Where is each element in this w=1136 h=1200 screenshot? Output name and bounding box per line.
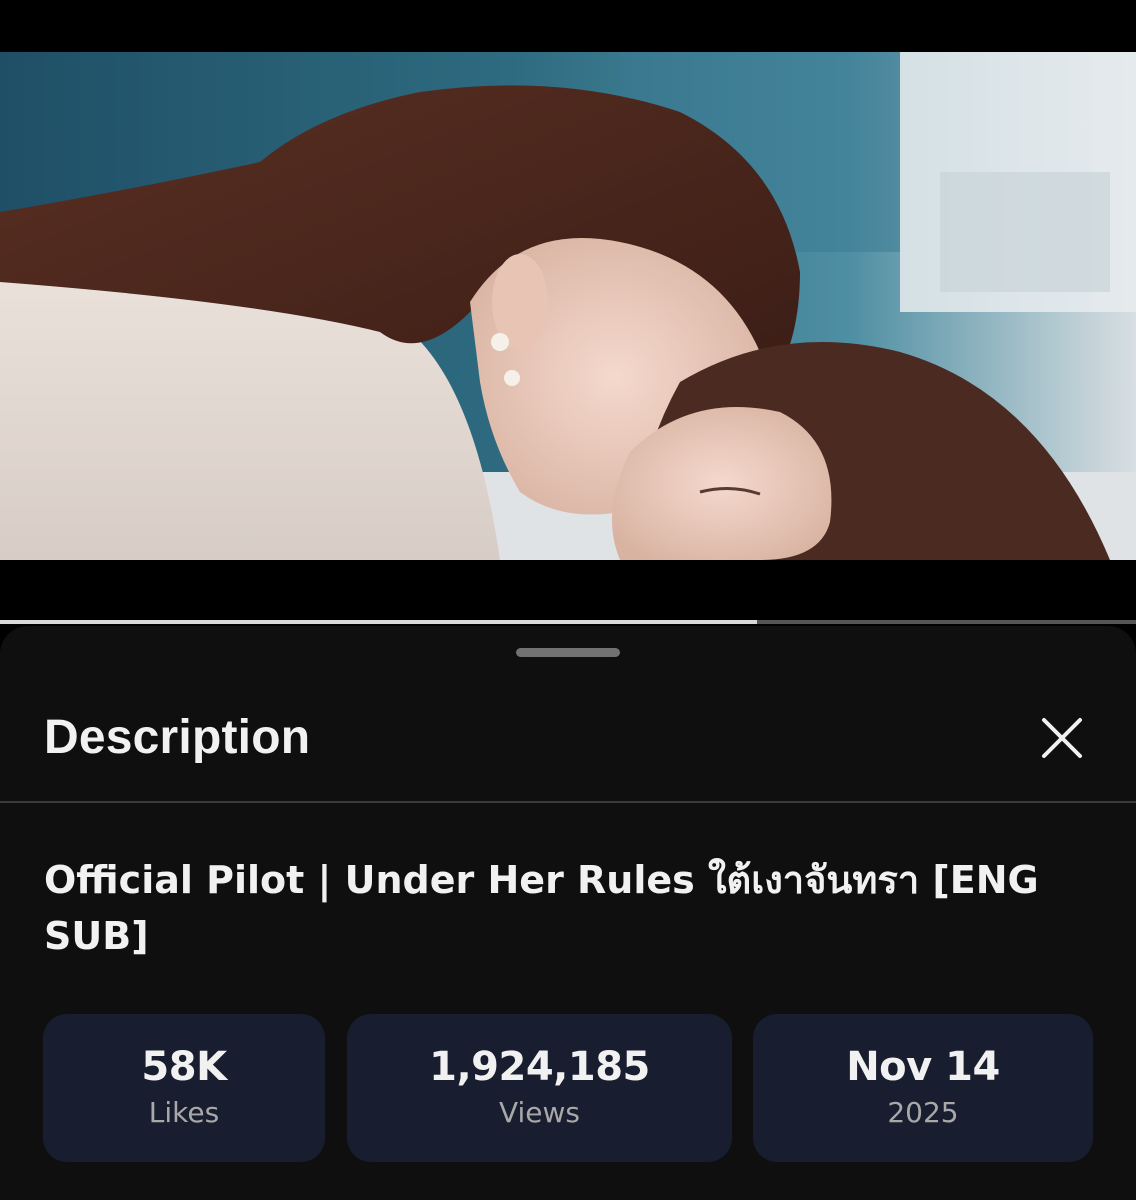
description-sheet: Description Official Pilot | Under Her R… — [0, 626, 1136, 1200]
likes-count: 58K — [141, 1044, 227, 1090]
drag-handle[interactable] — [516, 648, 620, 657]
video-progress-bar[interactable] — [0, 620, 1136, 624]
close-button[interactable] — [1030, 706, 1094, 770]
likes-label: Likes — [148, 1096, 220, 1129]
video-title: Official Pilot | Under Her Rules ใต้เงาจ… — [44, 858, 1039, 958]
publish-year: 2025 — [887, 1096, 959, 1129]
likes-stat-card: 58K Likes — [43, 1014, 325, 1162]
publish-date: Nov 14 — [846, 1044, 1000, 1090]
sheet-title: Description — [44, 711, 311, 764]
views-stat-card: 1,924,185 Views — [347, 1014, 732, 1162]
views-label: Views — [498, 1096, 581, 1129]
video-player[interactable] — [0, 0, 1136, 624]
screen: Description Official Pilot | Under Her R… — [0, 0, 1136, 1200]
publish-date-stat-card: Nov 14 2025 — [753, 1014, 1093, 1162]
close-icon — [1042, 718, 1082, 758]
video-frame[interactable] — [0, 52, 1136, 560]
video-thumbnail-image — [0, 52, 1136, 560]
views-count: 1,924,185 — [429, 1044, 650, 1090]
video-progress-fill — [0, 620, 757, 624]
divider — [0, 801, 1136, 803]
